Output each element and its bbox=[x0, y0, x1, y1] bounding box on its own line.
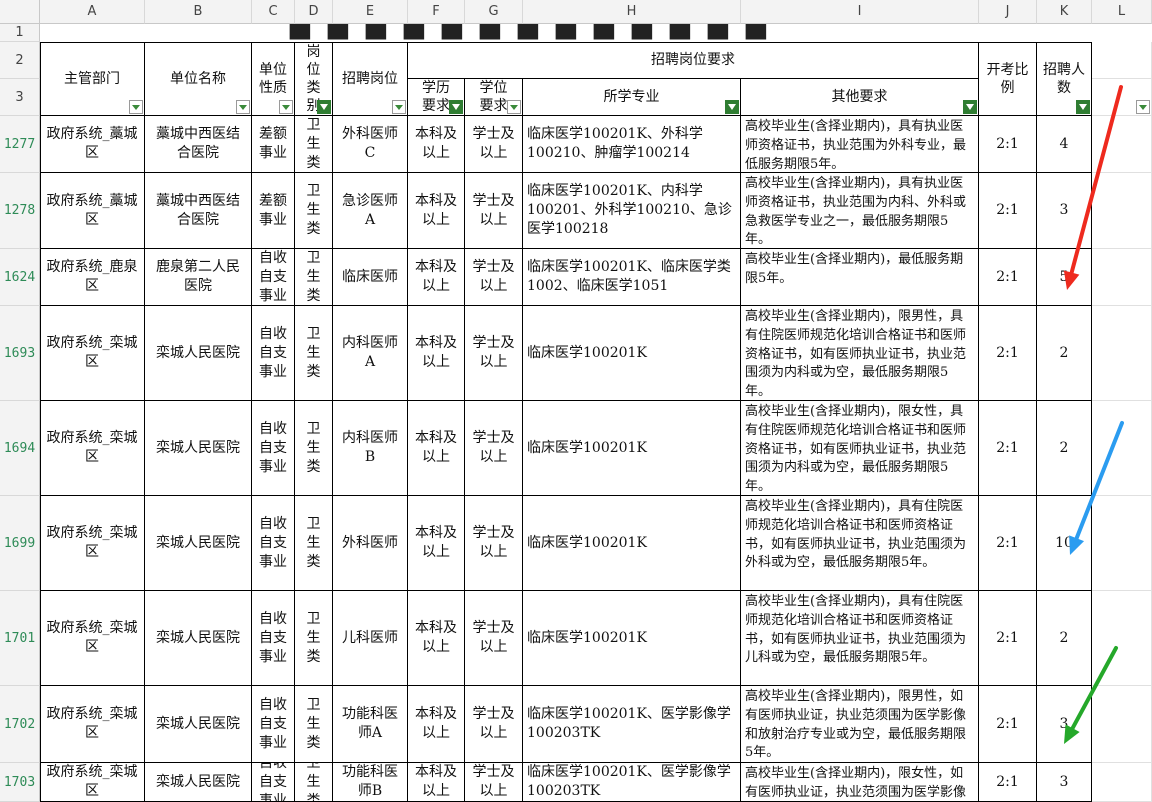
spreadsheet[interactable]: ABCDEFGHIJKL 1 2 3 1277 1278 1624 1693 1694 1699… bbox=[0, 0, 1152, 802]
arrow-shaft bbox=[1069, 85, 1123, 275]
arrow-shaft bbox=[1074, 421, 1124, 541]
annotation-arrow bbox=[1063, 85, 1123, 290]
annotation-arrow bbox=[1069, 421, 1124, 555]
annotation-arrow bbox=[1064, 646, 1118, 744]
arrow-head bbox=[1069, 535, 1085, 555]
arrow-head bbox=[1063, 270, 1080, 290]
arrow-shaft bbox=[1070, 646, 1118, 731]
annotation-arrows bbox=[1063, 85, 1124, 744]
